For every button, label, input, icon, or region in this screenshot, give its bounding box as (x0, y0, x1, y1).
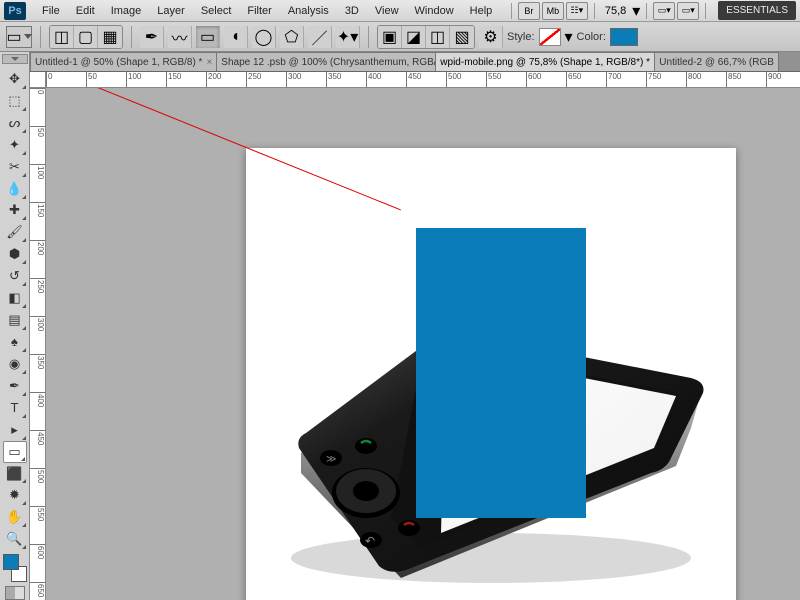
pen-shape-icon[interactable]: ✒ (140, 26, 164, 48)
screenmode-icon[interactable]: ▭▾ (677, 2, 699, 20)
type-tool[interactable]: T (3, 397, 27, 419)
doc-tab-3-label: wpid-mobile.png @ 75,8% (Shape 1, RGB/8*… (440, 57, 650, 68)
marquee-tool[interactable]: ⬚ (3, 90, 27, 112)
healing-tool[interactable]: ✚ (3, 200, 27, 222)
canvas[interactable]: ≫ ↶ (246, 148, 736, 600)
ruler-horizontal[interactable]: 0501001502002503003504004505005506006507… (46, 72, 800, 88)
svg-text:≫: ≫ (326, 454, 336, 465)
3d-camera-tool[interactable]: ✹ (3, 484, 27, 506)
close-icon[interactable]: × (206, 57, 212, 68)
geometry-options[interactable]: ⚙ (479, 26, 503, 48)
quick-select-tool[interactable]: ✦ (3, 134, 27, 156)
toolbox-collapse[interactable] (2, 54, 28, 64)
freeform-pen-icon[interactable]: 〰 (168, 26, 192, 48)
svg-text:↶: ↶ (365, 534, 375, 548)
bridge-icon[interactable]: Br (518, 2, 540, 20)
path-select-tool[interactable]: ▸ (3, 419, 27, 441)
document-area: Untitled-1 @ 50% (Shape 1, RGB/8) * × Sha… (30, 52, 800, 600)
toolbox: ✥ ⬚ ᔕ ✦ ✂ 💧 ✚ 🖌 ⬢ ↺ ◧ ▤ ♠ ◉ ✒ T ▸ ▭ ⬛ ✹ … (0, 52, 30, 600)
menu-image[interactable]: Image (103, 5, 150, 17)
stamp-tool[interactable]: ⬢ (3, 243, 27, 265)
shape-mode-group: ◫ ▢ ▦ (49, 25, 123, 49)
quick-mask-toggle[interactable] (5, 586, 25, 600)
options-bar: ▭ ◫ ▢ ▦ ✒ 〰 ▭ ◖ ◯ ⬠ ／ ✦▾ ▣ ◪ ◫ ▧ ⚙ Style… (0, 22, 800, 52)
path-combine-group: ▣ ◪ ◫ ▧ (377, 25, 475, 49)
shape-tool[interactable]: ▭ (3, 441, 27, 463)
menu-layer[interactable]: Layer (149, 5, 193, 17)
crop-tool[interactable]: ✂ (3, 156, 27, 178)
doc-tab-4-label: Untitled-2 @ 66,7% (RGB (659, 57, 774, 68)
doc-tab-3[interactable]: wpid-mobile.png @ 75,8% (Shape 1, RGB/8*… (435, 52, 655, 71)
menu-analysis[interactable]: Analysis (280, 5, 337, 17)
eyedropper-tool[interactable]: 💧 (3, 178, 27, 200)
zoom-tool[interactable]: 🔍 (3, 528, 27, 550)
doc-tab-1[interactable]: Untitled-1 @ 50% (Shape 1, RGB/8) * × (30, 52, 217, 71)
tool-preset-picker[interactable]: ▭ (6, 26, 32, 48)
fg-color-swatch[interactable] (3, 554, 19, 570)
doc-tab-4[interactable]: Untitled-2 @ 66,7% (RGB (654, 52, 779, 71)
line-shape-icon[interactable]: ／ (308, 26, 332, 48)
rounded-rect-shape-icon[interactable]: ◖ (224, 26, 248, 48)
document-tabstrip: Untitled-1 @ 50% (Shape 1, RGB/8) * × Sha… (30, 52, 800, 72)
eraser-tool[interactable]: ◧ (3, 287, 27, 309)
polygon-shape-icon[interactable]: ⬠ (280, 26, 304, 48)
pen-tool[interactable]: ✒ (3, 375, 27, 397)
shape-layers-mode[interactable]: ◫ (50, 26, 74, 48)
subtract-from-shape[interactable]: ◪ (402, 26, 426, 48)
extras-icon[interactable]: ☷▾ (566, 2, 588, 20)
doc-tab-2[interactable]: Shape 12 .psb @ 100% (Chrysanthemum, RGB… (216, 52, 436, 71)
style-swatch[interactable] (539, 28, 561, 46)
minibridge-icon[interactable]: Mb (542, 2, 564, 20)
custom-shape-icon[interactable]: ✦▾ (336, 26, 360, 48)
color-swatch[interactable] (610, 28, 638, 46)
canvas-viewport[interactable]: ≫ ↶ (46, 88, 800, 600)
workspace: ✥ ⬚ ᔕ ✦ ✂ 💧 ✚ 🖌 ⬢ ↺ ◧ ▤ ♠ ◉ ✒ T ▸ ▭ ⬛ ✹ … (0, 52, 800, 600)
menu-filter[interactable]: Filter (239, 5, 279, 17)
history-brush-tool[interactable]: ↺ (3, 265, 27, 287)
shape-layer-rect[interactable] (416, 228, 586, 518)
brush-tool[interactable]: 🖌 (3, 221, 27, 243)
menu-3d[interactable]: 3D (337, 5, 367, 17)
menu-edit[interactable]: Edit (68, 5, 103, 17)
menu-bar: Ps File Edit Image Layer Select Filter A… (0, 0, 800, 22)
arrange-icon[interactable]: ▭▾ (653, 2, 675, 20)
style-label: Style: (507, 31, 535, 43)
intersect-shape[interactable]: ◫ (426, 26, 450, 48)
menu-help[interactable]: Help (462, 5, 501, 17)
rectangle-shape-icon[interactable]: ▭ (196, 26, 220, 48)
app-logo: Ps (4, 2, 26, 20)
zoom-level[interactable]: 75,8 (601, 5, 630, 17)
move-tool[interactable]: ✥ (3, 68, 27, 90)
paths-mode[interactable]: ▢ (74, 26, 98, 48)
lasso-tool[interactable]: ᔕ (3, 112, 27, 134)
gradient-tool[interactable]: ▤ (3, 309, 27, 331)
menu-file[interactable]: File (34, 5, 68, 17)
dodge-tool[interactable]: ◉ (3, 353, 27, 375)
fill-pixels-mode[interactable]: ▦ (98, 26, 122, 48)
ellipse-shape-icon[interactable]: ◯ (252, 26, 276, 48)
doc-tab-1-label: Untitled-1 @ 50% (Shape 1, RGB/8) * (35, 57, 202, 68)
hand-tool[interactable]: ✋ (3, 506, 27, 528)
menu-view[interactable]: View (367, 5, 407, 17)
doc-tab-2-label: Shape 12 .psb @ 100% (Chrysanthemum, RGB… (221, 57, 436, 68)
menu-select[interactable]: Select (193, 5, 240, 17)
blur-tool[interactable]: ♠ (3, 331, 27, 353)
menu-window[interactable]: Window (407, 5, 462, 17)
workspace-switcher[interactable]: ESSENTIALS (718, 1, 796, 20)
color-picker[interactable] (3, 554, 27, 582)
ruler-vertical[interactable]: 0501001502002503003504004505005506006507… (30, 88, 46, 600)
color-label: Color: (577, 31, 606, 43)
exclude-shape[interactable]: ▧ (450, 26, 474, 48)
3d-tool[interactable]: ⬛ (3, 463, 27, 485)
ruler-origin[interactable] (30, 72, 46, 88)
add-to-shape[interactable]: ▣ (378, 26, 402, 48)
